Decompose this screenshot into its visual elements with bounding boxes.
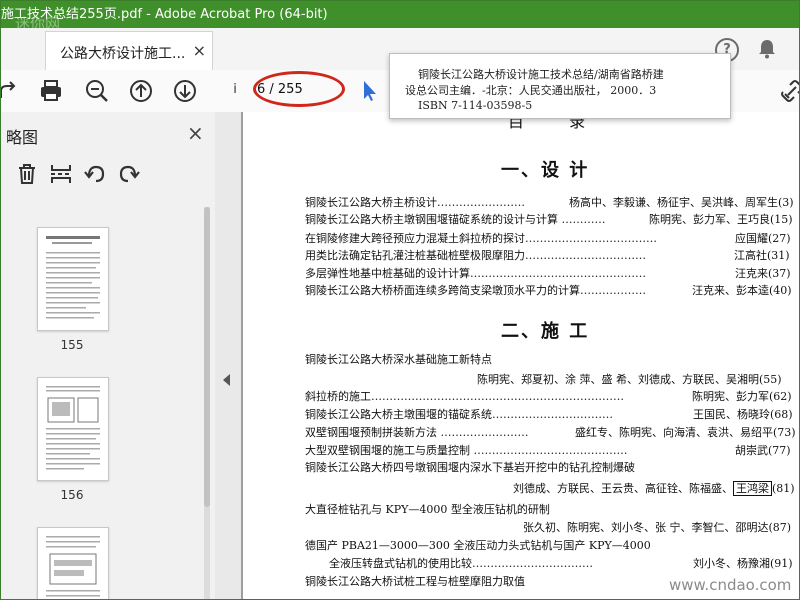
- toc-title: 德国产 PBA21—3000—300 全液压动力头式钻机与国产 KPY—4000: [305, 539, 651, 552]
- toc-title: 铜陵长江公路大桥深水基础施工新特点: [305, 353, 492, 366]
- toc-authors: 刘小冬、杨豫湘(91): [693, 557, 793, 570]
- section-design-heading: 一、设 计: [501, 160, 590, 181]
- zoom-out-icon[interactable]: [84, 78, 110, 104]
- share-icon[interactable]: [0, 78, 23, 104]
- section-construction-heading: 二、施 工: [501, 321, 590, 342]
- extract-pages-icon[interactable]: [49, 162, 73, 186]
- tooltip-line: 设总公司主编．-北京：人民交通出版社， 2000．3: [405, 84, 657, 97]
- toc-entry: 斜拉桥的施工…………………………………………………………… 陈明宪、彭力军(62): [305, 390, 795, 404]
- toc-authors: 胡崇武(77): [735, 444, 791, 457]
- panel-close-button[interactable]: ×: [187, 121, 204, 145]
- toc-authors: 汪克来(37): [735, 267, 791, 280]
- toc-authors: 陈明宪、郑夏初、涂 萍、盛 希、刘德成、方联民、吴湘明(55): [477, 373, 782, 386]
- toc-entry: 铜陵长江公路大桥主墩钢围堰锚碇系统的设计与计算 ………… 陈明宪、彭力军、王巧良(…: [305, 213, 795, 227]
- toc-title: 铜陵长江公路大桥主桥设计……………………: [305, 196, 525, 209]
- thumbnail-number: 155: [60, 338, 84, 352]
- toc-title: 大型双壁钢围堰的施工与质量控制 ……………………………………: [305, 444, 628, 457]
- previous-page-icon[interactable]: [128, 78, 154, 104]
- toc-subtitle: 全液压转盘式钻机的使用比较……………………………: [329, 557, 593, 570]
- toc-entry: 多层弹性地基中桩基础的设计计算………………………………………… 汪克来(37): [305, 267, 795, 281]
- toc-title: 在铜陵修建大跨径预应力混凝土斜拉桥的探讨………………………………: [305, 232, 657, 245]
- toc-title: 斜拉桥的施工……………………………………………………………: [305, 390, 624, 403]
- tab-close-button[interactable]: ×: [193, 41, 206, 60]
- watermark-bottom: www.cndao.com: [669, 576, 792, 594]
- title-bar: 施工技术总结255页.pdf - Adobe Acrobat Pro (64-b…: [1, 1, 799, 33]
- toc-entry: 铜陵长江公路大桥四号墩钢围堰内深水下基岩开挖中的钻孔控制爆破: [305, 461, 795, 475]
- toc-title: 用类比法确定钻孔灌注桩基础桩壁极限摩阻力……………………………: [305, 249, 646, 262]
- panel-splitter[interactable]: [215, 112, 241, 599]
- notifications-bell-icon[interactable]: [758, 39, 776, 59]
- document-tab-label: 公路大桥设计施工...: [60, 46, 186, 62]
- toc-title: 多层弹性地基中桩基础的设计计算…………………………………………: [305, 267, 646, 280]
- panel-title: 略图: [6, 128, 39, 147]
- toc-entry: 大直径桩钻孔与 KPY—4000 型全液压钻机的研制: [305, 503, 795, 517]
- toc-entry: 铜陵长江公路大桥主桥设计…………………… 杨高中、李毅谦、杨征宇、吴洪峰、周军生(…: [305, 196, 795, 210]
- page-thumbnail-155[interactable]: [37, 227, 109, 331]
- page-thumbnail-156[interactable]: [37, 377, 109, 481]
- highlight-ellipse: [253, 71, 345, 107]
- document-tab[interactable]: 公路大桥设计施工... ×: [45, 31, 213, 70]
- toc-authors: 刘德成、方联民、王云贵、高征铨、陈福盛、 王鸿梁 (81): [513, 481, 795, 496]
- toc-entry: 铜陵长江公路大桥桥面连续多跨简支梁墩顶水平力的计算……………… 汪克来、彭本逵(4…: [305, 284, 795, 298]
- toc-title: 铜陵长江公路大桥主墩围堰的锚碇系统……………………………: [305, 408, 613, 421]
- toc-authors: 应国耀(27): [735, 232, 791, 245]
- select-cursor-icon[interactable]: [357, 78, 383, 104]
- toc-authors: 张久初、陈明宪、刘小冬、张 宁、李智仁、邵明达(87): [523, 521, 792, 534]
- tooltip-line: ISBN 7-114-03598-5: [418, 99, 533, 112]
- toc-entry: 德国产 PBA21—3000—300 全液压动力头式钻机与国产 KPY—4000: [305, 539, 795, 553]
- toc-entry: 大型双壁钢围堰的施工与质量控制 …………………………………… 胡崇武(77): [305, 444, 795, 458]
- acrobat-window: 施工技术总结255页.pdf - Adobe Acrobat Pro (64-b…: [0, 0, 800, 600]
- thumbnail-number: 156: [60, 488, 84, 502]
- thumbnail-scrollbar[interactable]: [204, 207, 210, 599]
- tooltip-line: 铜陵长江公路大桥设计施工技术总结/湖南省路桥建: [418, 68, 664, 81]
- page-number-input[interactable]: i: [219, 78, 251, 102]
- toc-title: 双壁钢围堰预制拼装新方法 ……………………: [305, 426, 529, 439]
- delete-icon[interactable]: [15, 162, 39, 186]
- scrollbar-thumb[interactable]: [204, 207, 210, 507]
- rotate-right-icon[interactable]: [117, 162, 141, 186]
- document-info-tooltip: 铜陵长江公路大桥设计施工技术总结/湖南省路桥建 设总公司主编．-北京：人民交通出…: [389, 53, 731, 119]
- next-page-icon[interactable]: [172, 78, 198, 104]
- toc-entry: 用类比法确定钻孔灌注桩基础桩壁极限摩阻力…………………………… 江高社(31): [305, 249, 795, 263]
- toc-entry: 双壁钢围堰预制拼装新方法 …………………… 盛红专、陈明宪、向海清、袁洪、易绍平(…: [305, 426, 796, 440]
- toc-title: 大直径桩钻孔与 KPY—4000 型全液压钻机的研制: [305, 503, 550, 516]
- toc-entry: 铜陵长江公路大桥主墩围堰的锚碇系统…………………………… 王国民、杨晓玲(68): [305, 408, 795, 422]
- toc-authors-suffix: (81): [772, 482, 795, 495]
- document-page: 目 录 一、设 计 铜陵长江公路大桥主桥设计…………………… 杨高中、李毅谦、杨征…: [243, 112, 799, 599]
- toc-entry: 在铜陵修建大跨径预应力混凝土斜拉桥的探讨……………………………… 应国耀(27): [305, 232, 795, 246]
- print-icon[interactable]: [38, 78, 64, 104]
- rotate-left-icon[interactable]: [83, 162, 107, 186]
- toc-title: 铜陵长江公路大桥桥面连续多跨简支梁墩顶水平力的计算………………: [305, 284, 646, 297]
- toc-title: 铜陵长江公路大桥四号墩钢围堰内深水下基岩开挖中的钻孔控制爆破: [305, 461, 635, 474]
- toc-authors-prefix: 刘德成、方联民、王云贵、高征铨、陈福盛、: [513, 482, 733, 495]
- toc-authors: 江高社(31): [734, 249, 790, 262]
- toc-authors: 杨高中、李毅谦、杨征宇、吴洪峰、周军生(3): [569, 196, 794, 209]
- toc-authors: 王国民、杨晓玲(68): [693, 408, 793, 421]
- thumbnails-panel: 略图 × 155 156: [1, 112, 216, 599]
- collapse-panel-icon[interactable]: [223, 374, 230, 386]
- toc-authors: 盛红专、陈明宪、向海清、袁洪、易绍平(73): [575, 426, 796, 439]
- document-view[interactable]: 目 录 一、设 计 铜陵长江公路大桥主桥设计…………………… 杨高中、李毅谦、杨征…: [241, 112, 799, 599]
- toc-entry: 铜陵长江公路大桥深水基础施工新特点: [305, 353, 795, 367]
- toc-authors: 陈明宪、彭力军(62): [692, 390, 792, 403]
- toc-authors: 汪克来、彭本逵(40): [692, 284, 792, 297]
- toc-title: 铜陵长江公路大桥主墩钢围堰锚碇系统的设计与计算 …………: [305, 213, 606, 226]
- toc-title: 铜陵长江公路大桥试桩工程与桩壁摩阻力取值: [305, 575, 525, 588]
- page-thumbnail-157[interactable]: [37, 527, 109, 599]
- toc-authors-boxed: 王鸿梁: [733, 481, 772, 496]
- toc-authors: 陈明宪、彭力军、王巧良(15): [649, 213, 793, 226]
- link-icon[interactable]: [779, 78, 800, 104]
